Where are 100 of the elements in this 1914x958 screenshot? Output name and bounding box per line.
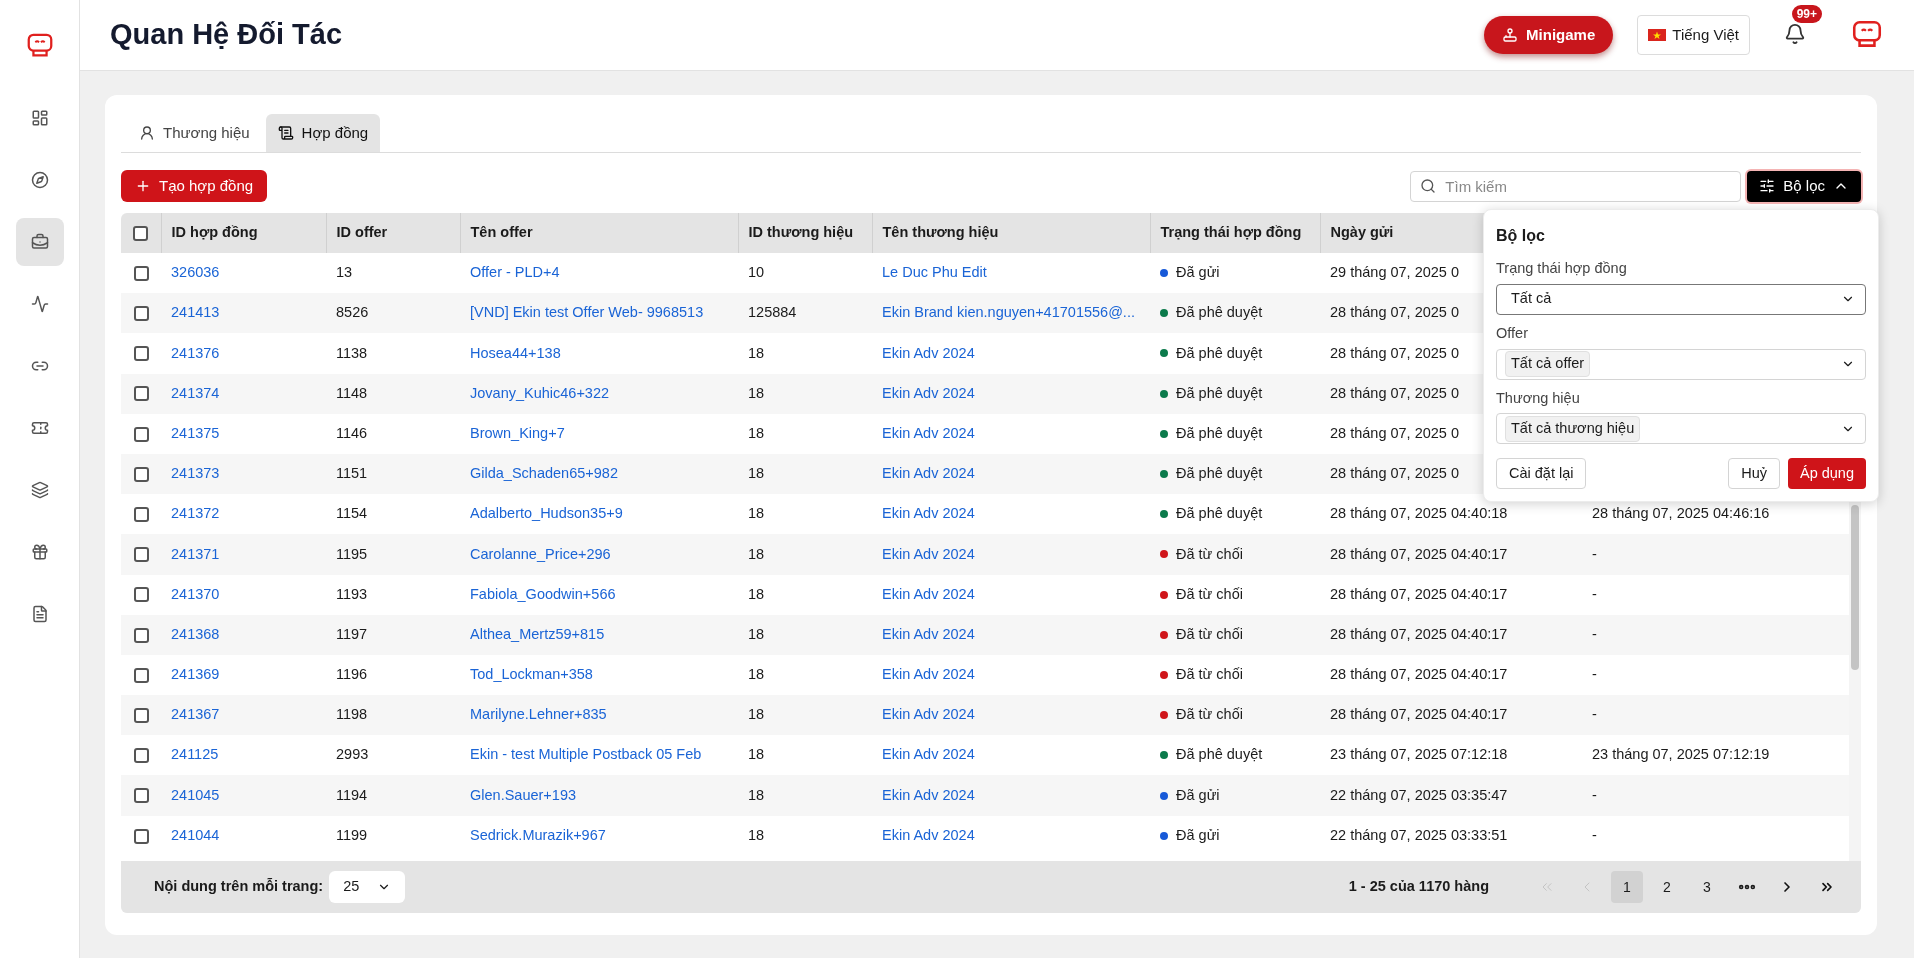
contract-id-link[interactable]: 241375 bbox=[171, 424, 220, 441]
brand-name-link[interactable]: Ekin Adv 2024 bbox=[882, 465, 975, 482]
contract-id-link[interactable]: 241125 bbox=[171, 746, 219, 763]
page-button[interactable]: 1 bbox=[1611, 871, 1643, 903]
table-row[interactable]: 241125 2993 Ekin - test Multiple Postback 05 Feb 18 Ekin Adv 2024 Đã phê duyệt 23 tháng 07, 2025 07:12:18 23 tháng 07, 2025 07:12:19 bbox=[121, 735, 1849, 776]
table-row[interactable]: 241045 1194 Glen.Sauer+193 18 Ekin Adv 2024 Đã gửi 22 tháng 07, 2025 03:35:47 - bbox=[121, 775, 1849, 816]
offer-name-link[interactable]: [VND] Ekin test Offer Web- 9968513 bbox=[470, 304, 704, 321]
checkbox[interactable] bbox=[133, 225, 149, 241]
table-row[interactable]: 241369 1196 Tod_Lockman+358 18 Ekin Adv 2024 Đã từ chối 28 tháng 07, 2025 04:40:17 - bbox=[121, 654, 1849, 696]
brand-name-link[interactable]: Ekin Adv 2024 bbox=[882, 424, 975, 441]
offer-name-link[interactable]: Brown_King+7 bbox=[470, 424, 565, 441]
brand-name-link[interactable]: Ekin Adv 2024 bbox=[882, 666, 975, 683]
offer-name-link[interactable]: Althea_Mertz59+815 bbox=[470, 625, 605, 642]
offer-name-link[interactable]: Ekin - test Multiple Postback 05 Feb bbox=[470, 746, 702, 763]
contract-id-link[interactable]: 241374 bbox=[171, 384, 220, 401]
table-row[interactable]: 241367 1198 Marilyne.Lehner+835 18 Ekin Adv 2024 Đã từ chối 28 tháng 07, 2025 04:40:17 - bbox=[121, 695, 1849, 736]
search-field[interactable]: Tìm kiếm bbox=[1410, 170, 1742, 202]
table-cell: 2993 bbox=[326, 735, 460, 776]
table-row[interactable]: 241370 1193 Fabiola_Goodwin+566 18 Ekin Adv 2024 Đã từ chối 28 tháng 07, 2025 04:40:17 - bbox=[121, 574, 1849, 615]
offer-name-link[interactable]: Adalberto_Hudson35+9 bbox=[470, 505, 623, 522]
offer-name-link[interactable]: Hosea44+138 bbox=[470, 344, 561, 361]
brand-name-link[interactable]: Ekin Adv 2024 bbox=[882, 786, 975, 803]
table-cell: 23 tháng 07, 2025 07:12:18 bbox=[1330, 746, 1508, 763]
checkbox[interactable] bbox=[133, 507, 149, 522]
checkbox[interactable] bbox=[133, 386, 149, 402]
status-text: Đã gửi bbox=[1176, 263, 1220, 283]
contract-id-link[interactable]: 241413 bbox=[171, 304, 220, 321]
offer-name-link[interactable]: Fabiola_Goodwin+566 bbox=[470, 585, 616, 602]
contract-id-link[interactable]: 241045 bbox=[171, 786, 220, 803]
table-cell: 1197 bbox=[326, 614, 460, 655]
filter-select[interactable]: Tất cả bbox=[1496, 283, 1866, 315]
brand-name-link[interactable]: Ekin Brand kien.nguyen+41701556@... bbox=[882, 304, 1135, 321]
tab[interactable]: Hợp đồng bbox=[265, 114, 381, 152]
table-row[interactable]: 241372 1154 Adalberto_Hudson35+9 18 Ekin Adv 2024 Đã phê duyệt 28 tháng 07, 2025 04:40:18 28 tháng 07, 2025 04:46:16 bbox=[121, 494, 1849, 535]
sidebar-item[interactable] bbox=[15, 218, 64, 266]
briefcase-icon bbox=[30, 233, 49, 251]
scrollbar-thumb[interactable] bbox=[1851, 505, 1859, 670]
offer-name-link[interactable]: Gilda_Schaden65+982 bbox=[470, 465, 618, 482]
checkbox[interactable] bbox=[133, 667, 149, 683]
checkbox[interactable] bbox=[133, 265, 149, 281]
table-cell: 1146 bbox=[326, 413, 460, 454]
checkbox[interactable] bbox=[133, 587, 149, 603]
checkbox[interactable] bbox=[133, 627, 149, 643]
brand-name-link[interactable]: Ekin Adv 2024 bbox=[882, 746, 975, 763]
offer-name-link[interactable]: Sedrick.Murazik+967 bbox=[470, 826, 606, 843]
pulse-icon bbox=[30, 295, 49, 313]
notification-bell-icon[interactable] bbox=[1784, 23, 1806, 45]
brand-name-link[interactable]: Ekin Adv 2024 bbox=[882, 625, 975, 642]
apply-button[interactable]: Áp dụng bbox=[1787, 458, 1866, 490]
checkbox[interactable] bbox=[133, 346, 149, 362]
brand-name-link[interactable]: Ekin Adv 2024 bbox=[882, 826, 975, 843]
page-button[interactable]: 3 bbox=[1691, 871, 1723, 903]
contract-id-link[interactable]: 241369 bbox=[171, 666, 220, 683]
status-text: Đã gửi bbox=[1176, 785, 1220, 805]
brand-name-link[interactable]: Ekin Adv 2024 bbox=[882, 585, 975, 602]
checkbox[interactable] bbox=[133, 306, 149, 322]
brand-name-link[interactable]: Ekin Adv 2024 bbox=[882, 706, 975, 723]
checkbox[interactable] bbox=[133, 828, 149, 844]
minigame-button[interactable]: Minigame bbox=[1484, 16, 1614, 54]
contract-id-link[interactable]: 241044 bbox=[171, 826, 220, 843]
contract-id-link[interactable]: 241373 bbox=[171, 465, 220, 482]
table-cell: 28 tháng 07, 2025 0 bbox=[1330, 465, 1459, 482]
tab[interactable]: Thương hiệu bbox=[127, 114, 262, 152]
offer-name-link[interactable]: Jovany_Kuhic46+322 bbox=[470, 384, 610, 401]
checkbox[interactable] bbox=[133, 466, 149, 482]
language-button[interactable]: Tiếng Việt bbox=[1637, 15, 1750, 55]
brand-name-link[interactable]: Ekin Adv 2024 bbox=[882, 545, 975, 562]
contract-id-link[interactable]: 241370 bbox=[171, 585, 220, 602]
checkbox[interactable] bbox=[133, 707, 149, 723]
create-contract-button[interactable]: Tạo hợp đồng bbox=[121, 170, 268, 202]
brand-name-link[interactable]: Ekin Adv 2024 bbox=[882, 344, 975, 361]
contract-id-link[interactable]: 241372 bbox=[171, 505, 220, 522]
cancel-button[interactable]: Huỷ bbox=[1728, 458, 1780, 490]
contract-id-link[interactable]: 326036 bbox=[171, 264, 220, 281]
checkbox[interactable] bbox=[133, 547, 149, 563]
reset-button[interactable]: Cài đặt lại bbox=[1496, 458, 1587, 490]
contract-id-link[interactable]: 241376 bbox=[171, 344, 220, 361]
search-icon bbox=[1420, 177, 1437, 194]
offer-name-link[interactable]: Carolanne_Price+296 bbox=[470, 545, 611, 562]
offer-name-link[interactable]: Marilyne.Lehner+835 bbox=[470, 706, 607, 723]
page-button[interactable]: 2 bbox=[1651, 871, 1683, 903]
brand-name-link[interactable]: Ekin Adv 2024 bbox=[882, 384, 975, 401]
brand-name-link[interactable]: Ekin Adv 2024 bbox=[882, 505, 975, 522]
contract-id-link[interactable]: 241368 bbox=[171, 625, 220, 642]
offer-name-link[interactable]: Offer - PLD+4 bbox=[470, 264, 560, 281]
table-cell: 18 bbox=[738, 534, 872, 575]
rows-per-page-select[interactable]: 25 bbox=[329, 871, 406, 903]
checkbox[interactable] bbox=[133, 748, 149, 764]
contract-id-link[interactable]: 241367 bbox=[171, 706, 220, 723]
filter-select[interactable]: Tất cả offer bbox=[1496, 348, 1866, 380]
offer-name-link[interactable]: Glen.Sauer+193 bbox=[470, 786, 576, 803]
brand-name-link[interactable]: Le Duc Phu Edit bbox=[882, 264, 987, 281]
offer-name-link[interactable]: Tod_Lockman+358 bbox=[470, 666, 593, 683]
table-row[interactable]: 241368 1197 Althea_Mertz59+815 18 Ekin Adv 2024 Đã từ chối 28 tháng 07, 2025 04:40:17 - bbox=[121, 614, 1849, 655]
checkbox[interactable] bbox=[133, 788, 149, 804]
filter-select[interactable]: Tất cả thương hiệu bbox=[1496, 413, 1866, 445]
table-row[interactable]: 241371 1195 Carolanne_Price+296 18 Ekin Adv 2024 Đã từ chối 28 tháng 07, 2025 04:40:17 - bbox=[121, 534, 1849, 575]
filter-button[interactable]: Bộ lọc bbox=[1747, 170, 1861, 202]
contract-id-link[interactable]: 241371 bbox=[171, 545, 220, 562]
checkbox[interactable] bbox=[133, 426, 149, 442]
